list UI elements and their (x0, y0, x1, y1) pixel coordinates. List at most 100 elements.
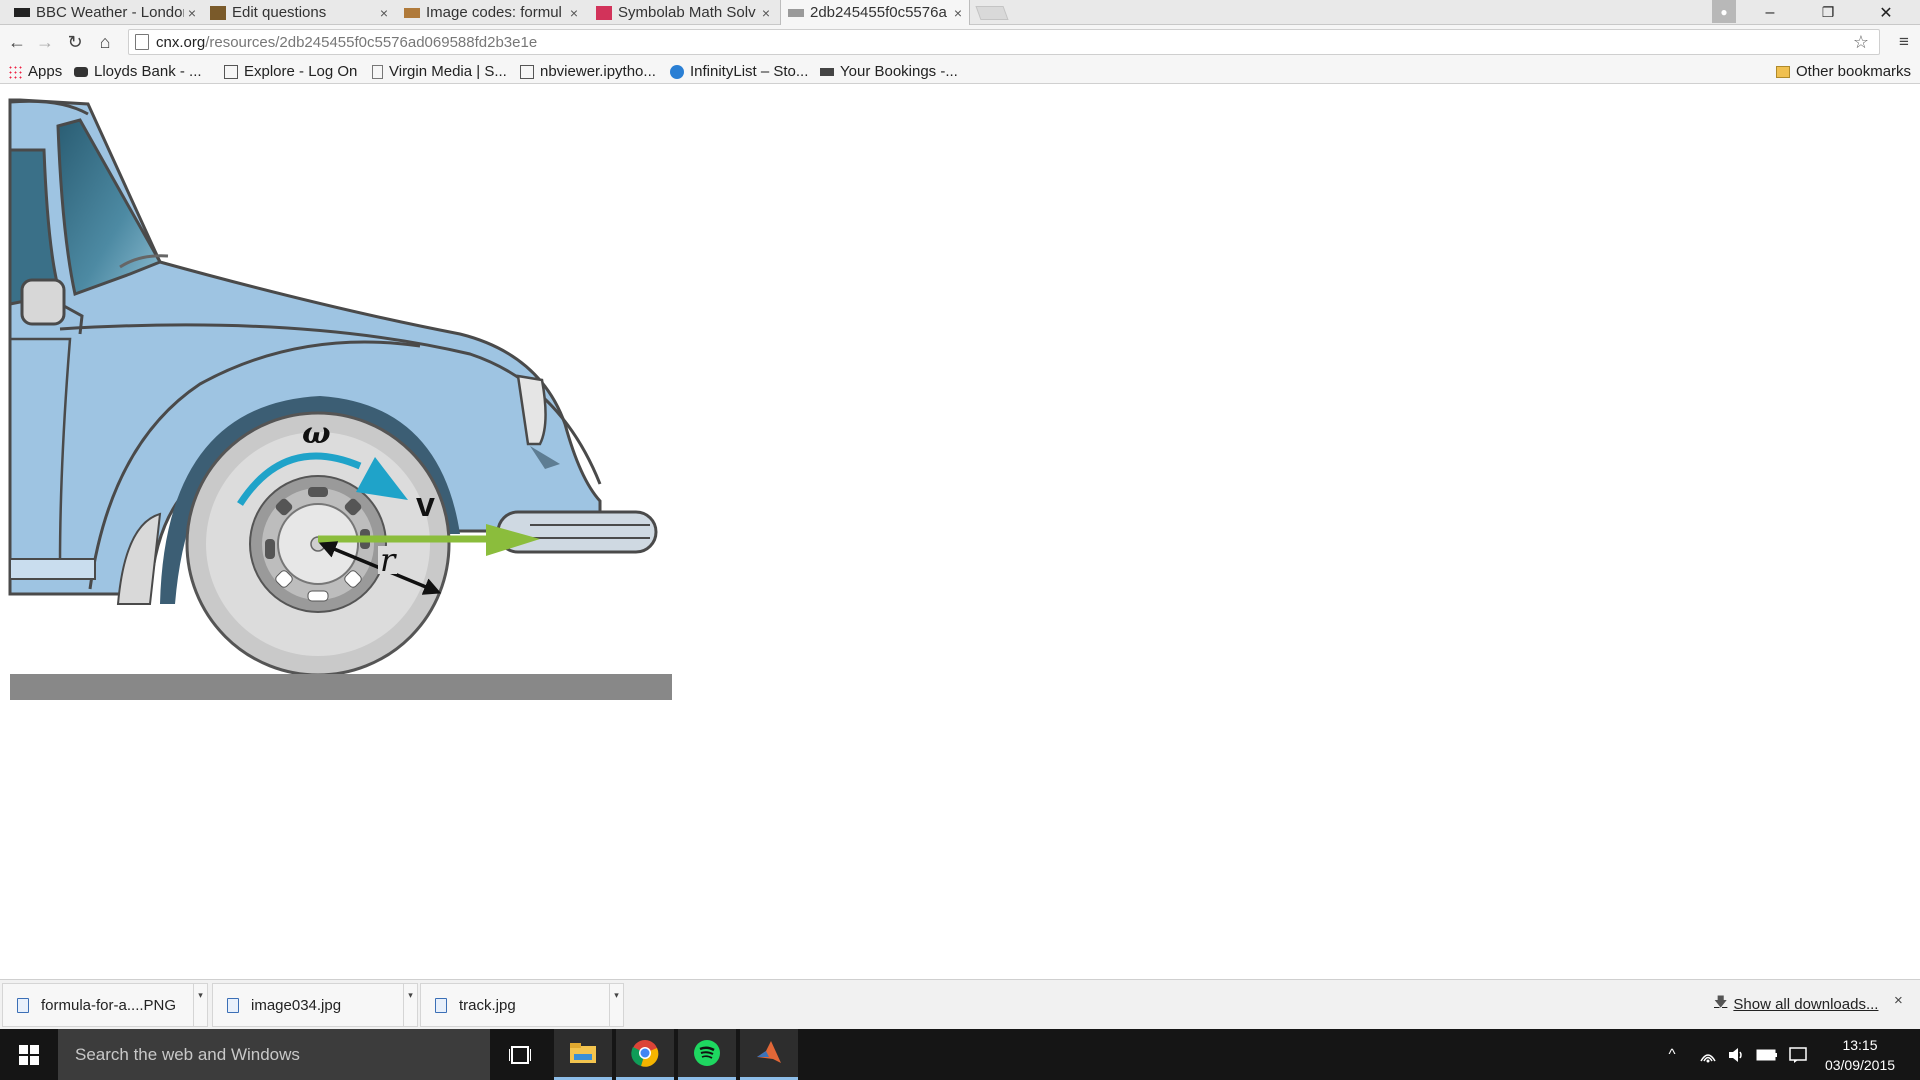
tab-edit-questions[interactable]: Edit questions × (210, 0, 392, 25)
download-item[interactable]: formula-for-a....PNG ▾ (2, 983, 208, 1027)
bookmark-label: Explore - Log On (244, 63, 358, 80)
download-item[interactable]: track.jpg ▾ (420, 983, 624, 1027)
bookmark-apps[interactable]: Apps (8, 59, 62, 84)
symbolab-icon (596, 5, 612, 20)
file-icon (17, 997, 29, 1013)
ground (10, 674, 672, 700)
omega-label: ω (302, 416, 331, 451)
windows-taskbar: Search the web and Windows ^ 13:15 03/09… (0, 1029, 1920, 1080)
restore-button[interactable]: ❐ (1800, 0, 1856, 25)
image-icon (404, 7, 420, 18)
bookmark-virgin-media[interactable]: Virgin Media | S... (372, 59, 507, 84)
folder-icon (1776, 65, 1790, 78)
show-all-label: Show all downloads... (1733, 995, 1879, 1013)
apps-grid-icon (8, 64, 22, 79)
matlab-icon[interactable] (740, 1029, 798, 1080)
tab-symbolab[interactable]: Symbolab Math Solv × (596, 0, 774, 25)
page-icon (372, 64, 383, 79)
close-tab-icon[interactable]: × (376, 5, 392, 21)
car-bumper (496, 510, 658, 554)
close-tab-icon[interactable]: × (758, 5, 774, 21)
velocity-label: v (416, 486, 435, 524)
battery-icon[interactable] (1754, 1029, 1780, 1080)
new-tab-button[interactable] (975, 6, 1009, 20)
close-tab-icon[interactable]: × (184, 5, 200, 21)
car-side-mirror (20, 278, 66, 326)
car-wheel-figure: ω v r (0, 84, 700, 724)
volume-icon[interactable] (1724, 1029, 1748, 1080)
clock-date: 03/09/2015 (1824, 1057, 1896, 1073)
file-icon (435, 997, 447, 1013)
task-view-icon[interactable] (491, 1029, 549, 1080)
minimize-button[interactable]: – (1742, 0, 1798, 25)
action-center-icon[interactable] (1786, 1029, 1810, 1080)
taskbar-search-box[interactable]: Search the web and Windows (58, 1029, 490, 1080)
bookmark-label: InfinityList – Sto... (690, 63, 809, 80)
bookmark-label: Your Bookings -... (840, 63, 958, 80)
nb-icon (520, 64, 534, 79)
car-windscreen (56, 118, 163, 296)
tab-title: BBC Weather - London (36, 4, 184, 21)
address-bar[interactable]: cnx.org/resources/2db245455f0c5576ad0695… (128, 29, 1880, 55)
chrome-menu-button[interactable]: ≡ (1893, 29, 1915, 55)
tab-bbc-weather[interactable]: BBC Weather - London × (14, 0, 200, 25)
car-running-board (9, 558, 96, 580)
tab-image-codes[interactable]: Image codes: formul × (404, 0, 582, 25)
chrome-icon[interactable] (616, 1029, 674, 1080)
edit-icon (210, 5, 226, 20)
system-clock[interactable]: 13:15 03/09/2015 (1810, 1035, 1910, 1075)
back-button[interactable]: ← (4, 29, 30, 55)
download-options-chevron-icon[interactable]: ▾ (609, 984, 623, 1026)
close-tab-icon[interactable]: × (566, 5, 582, 21)
file-explorer-icon[interactable] (554, 1029, 612, 1080)
reload-button[interactable]: ↻ (62, 29, 88, 55)
url-host: cnx.org (156, 33, 206, 51)
show-all-downloads-link[interactable]: 🡇 Show all downloads... (1714, 993, 1878, 1015)
search-placeholder: Search the web and Windows (75, 1044, 300, 1064)
car-wheel-illustration (8, 98, 672, 700)
page-icon (788, 8, 804, 17)
file-icon (227, 997, 239, 1013)
bookmark-label: nbviewer.ipytho... (540, 63, 656, 80)
bookmark-explore[interactable]: Explore - Log On (224, 59, 357, 84)
download-filename: image034.jpg (251, 996, 342, 1014)
url-text[interactable]: cnx.org/resources/2db245455f0c5576ad0695… (156, 34, 537, 51)
bookmark-your-bookings[interactable]: Your Bookings -... (820, 59, 958, 84)
tab-active-resource[interactable]: 2db245455f0c5576a × (788, 0, 966, 25)
download-options-chevron-icon[interactable]: ▾ (403, 984, 417, 1026)
bookmark-label: Lloyds Bank - ... (94, 63, 202, 80)
bookmark-label: Virgin Media | S... (389, 63, 507, 80)
bbc-icon (14, 8, 30, 17)
horse-icon (74, 66, 88, 77)
start-button[interactable] (0, 1029, 58, 1080)
bookmark-star-icon[interactable]: ☆ (1853, 32, 1869, 53)
download-item[interactable]: image034.jpg ▾ (212, 983, 418, 1027)
close-tab-icon[interactable]: × (950, 5, 966, 21)
tab-title: Symbolab Math Solv (618, 4, 756, 21)
other-bookmarks[interactable]: Other bookmarks (1776, 59, 1911, 84)
tab-strip: BBC Weather - London × Edit questions × … (0, 0, 1920, 26)
bookings-icon (820, 67, 834, 76)
clock-time: 13:15 (1842, 1037, 1878, 1053)
page-info-icon[interactable] (135, 34, 149, 50)
close-shelf-button[interactable]: × (1894, 992, 1903, 1009)
bookmark-lloyds[interactable]: Lloyds Bank - ... (74, 59, 202, 84)
windows-logo-icon (19, 1044, 39, 1065)
download-options-chevron-icon[interactable]: ▾ (193, 984, 207, 1026)
close-window-button[interactable]: ✕ (1858, 0, 1914, 25)
wifi-icon[interactable] (1696, 1029, 1720, 1080)
show-hidden-icons-chevron-icon[interactable]: ^ (1660, 1029, 1684, 1080)
forward-button[interactable]: → (32, 29, 58, 55)
spotify-icon[interactable] (678, 1029, 736, 1080)
bookmark-nbviewer[interactable]: nbviewer.ipytho... (520, 59, 656, 84)
home-button[interactable]: ⌂ (92, 29, 118, 55)
url-path: /resources/2db245455f0c5576ad069588fd2b3… (205, 33, 538, 51)
bookmark-infinitylist[interactable]: InfinityList – Sto... (670, 59, 808, 84)
tab-title: Image codes: formul (426, 4, 562, 21)
browser-toolbar: ← → ↻ ⌂ cnx.org/resources/2db245455f0c55… (0, 25, 1920, 59)
download-arrow-icon: 🡇 (1714, 994, 1728, 1009)
profile-icon[interactable]: ● (1712, 0, 1736, 23)
page-content: ω v r (0, 84, 1920, 979)
page-icon (224, 64, 238, 79)
download-filename: formula-for-a....PNG (41, 996, 177, 1014)
